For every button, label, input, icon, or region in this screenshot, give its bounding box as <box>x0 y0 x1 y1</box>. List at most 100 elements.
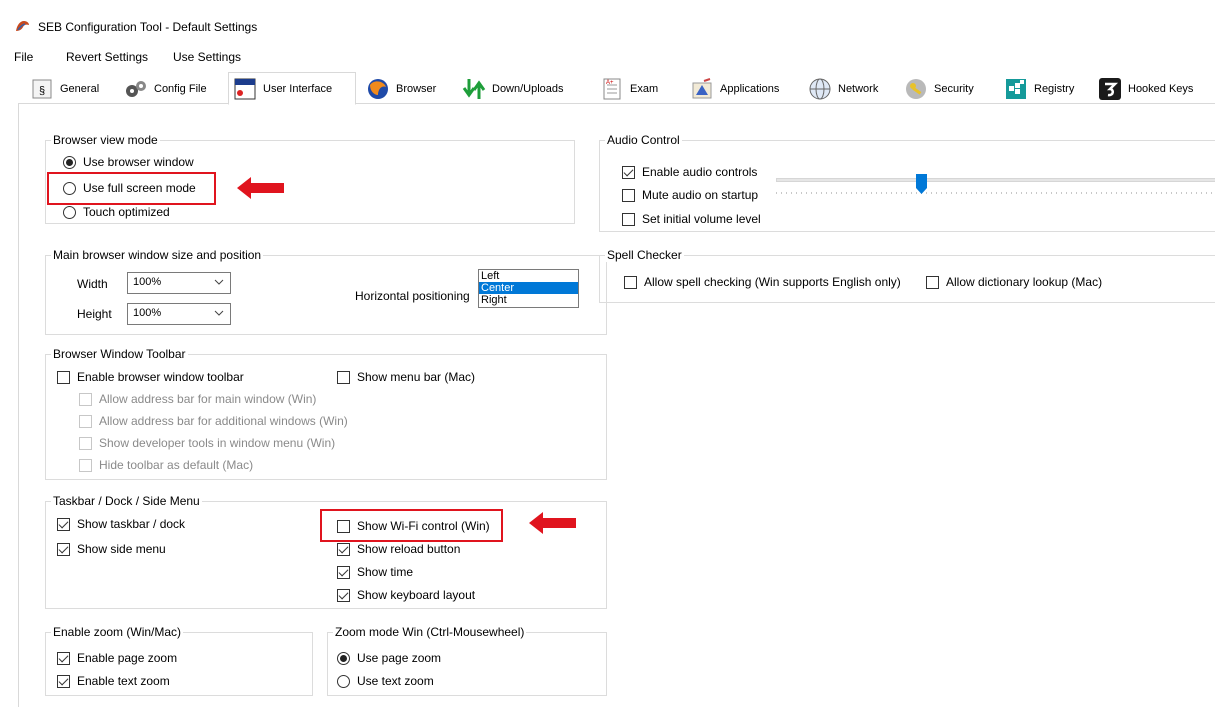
config-file-icon <box>126 81 146 97</box>
menu-revert-settings[interactable]: Revert Settings <box>66 50 148 64</box>
checkbox[interactable] <box>622 212 635 226</box>
height-combo[interactable]: 100% <box>127 303 231 325</box>
checkbox-enable-page-zoom[interactable]: Enable page zoom <box>57 650 177 666</box>
checkbox-label: Show side menu <box>77 542 166 556</box>
tab-label: Applications <box>720 83 780 95</box>
group-title: Zoom mode Win (Ctrl-Mousewheel) <box>333 625 527 639</box>
menu-file[interactable]: File <box>14 50 33 64</box>
checkbox-enable-text-zoom[interactable]: Enable text zoom <box>57 673 170 689</box>
tab-label: User Interface <box>263 82 333 95</box>
radio-button[interactable] <box>337 651 350 665</box>
checkbox[interactable] <box>337 542 350 556</box>
enable-zoom-group: Enable zoom (Win/Mac) Enable page zoom E… <box>45 625 313 696</box>
group-title: Browser view mode <box>51 133 160 147</box>
highlight-box-full-screen <box>47 172 216 205</box>
checkbox-show-side-menu[interactable]: Show side menu <box>57 541 166 557</box>
checkbox-mute-audio[interactable]: Mute audio on startup <box>622 187 758 203</box>
checkbox[interactable] <box>622 165 635 179</box>
menu-use-settings[interactable]: Use Settings <box>173 50 241 64</box>
checkbox-allow-spell-checking[interactable]: Allow spell checking (Win supports Engli… <box>624 274 901 290</box>
checkbox-allow-dictionary-lookup[interactable]: Allow dictionary lookup (Mac) <box>926 274 1102 290</box>
group-title: Browser Window Toolbar <box>51 347 188 361</box>
checkbox-label: Enable browser window toolbar <box>77 370 244 384</box>
checkbox[interactable] <box>79 436 92 450</box>
checkbox-set-initial-volume[interactable]: Set initial volume level <box>622 211 761 227</box>
checkbox-hide-toolbar[interactable]: Hide toolbar as default (Mac) <box>79 457 253 473</box>
volume-slider-track[interactable] <box>776 178 1215 182</box>
registry-icon <box>1006 79 1026 99</box>
tab-general[interactable]: § General <box>26 75 99 103</box>
arrow-left-icon <box>529 512 576 534</box>
tab-label: Hooked Keys <box>1128 83 1194 95</box>
checkbox[interactable] <box>57 674 70 688</box>
checkbox-show-reload-button[interactable]: Show reload button <box>337 541 460 557</box>
tab-down-uploads[interactable]: Down/Uploads <box>458 75 564 103</box>
horizontal-positioning-list[interactable]: Left Center Right <box>478 269 579 308</box>
tab-user-interface[interactable]: User Interface <box>228 72 356 105</box>
checkbox[interactable] <box>79 458 92 472</box>
browser-icon <box>368 79 388 99</box>
checkbox-label: Enable page zoom <box>77 651 178 665</box>
checkbox[interactable] <box>57 517 70 531</box>
checkbox-label: Hide toolbar as default (Mac) <box>99 458 254 472</box>
width-value: 100% <box>133 276 162 288</box>
security-icon <box>906 79 926 99</box>
settings-tab-strip: § General Config File User Interface Bro… <box>18 72 1215 105</box>
tab-registry[interactable]: Registry <box>1000 75 1074 103</box>
radio-label: Touch optimized <box>83 205 170 219</box>
width-combo[interactable]: 100% <box>127 272 231 294</box>
down-uploads-icon <box>462 79 486 99</box>
checkbox-show-menu-bar[interactable]: Show menu bar (Mac) <box>337 369 475 385</box>
window-title: SEB Configuration Tool - Default Setting… <box>38 20 258 34</box>
checkbox[interactable] <box>57 651 70 665</box>
checkbox[interactable] <box>926 275 939 289</box>
radio-label: Use browser window <box>83 155 194 169</box>
checkbox[interactable] <box>57 542 70 556</box>
hooked-keys-icon <box>1099 78 1121 100</box>
tab-browser[interactable]: Browser <box>362 75 436 103</box>
checkbox-show-keyboard-layout[interactable]: Show keyboard layout <box>337 587 475 603</box>
checkbox-label: Allow spell checking (Win supports Engli… <box>644 275 901 289</box>
tab-security[interactable]: Security <box>900 75 974 103</box>
list-option-center[interactable]: Center <box>479 282 578 294</box>
tab-network[interactable]: Network <box>804 75 878 103</box>
radio-button[interactable] <box>337 674 350 688</box>
checkbox-enable-audio-controls[interactable]: Enable audio controls <box>622 164 757 180</box>
checkbox[interactable] <box>57 370 70 384</box>
browser-toolbar-group: Browser Window Toolbar Enable browser wi… <box>45 347 607 480</box>
list-option-right[interactable]: Right <box>479 294 578 306</box>
tab-exam[interactable]: A+ Exam <box>596 75 658 103</box>
radio-button[interactable] <box>63 155 76 169</box>
chevron-down-icon <box>214 310 224 316</box>
checkbox-label: Show taskbar / dock <box>77 517 186 531</box>
checkbox[interactable] <box>337 370 350 384</box>
checkbox-address-bar-main[interactable]: Allow address bar for main window (Win) <box>79 391 316 407</box>
tab-applications[interactable]: Applications <box>686 75 779 103</box>
radio-use-browser-window[interactable]: Use browser window <box>63 154 194 170</box>
list-option-left[interactable]: Left <box>479 270 578 282</box>
checkbox[interactable] <box>624 275 637 289</box>
general-icon: § <box>32 79 52 99</box>
user-interface-icon <box>234 78 256 99</box>
checkbox[interactable] <box>79 392 92 406</box>
checkbox-enable-toolbar[interactable]: Enable browser window toolbar <box>57 369 244 385</box>
volume-slider-thumb[interactable] <box>916 174 928 194</box>
checkbox-label: Allow address bar for additional windows… <box>99 414 348 428</box>
title-bar: SEB Configuration Tool - Default Setting… <box>0 0 1215 44</box>
checkbox[interactable] <box>622 188 635 202</box>
checkbox-address-bar-additional[interactable]: Allow address bar for additional windows… <box>79 413 348 429</box>
checkbox[interactable] <box>337 565 350 579</box>
radio-use-text-zoom[interactable]: Use text zoom <box>337 673 434 689</box>
radio-touch-optimized[interactable]: Touch optimized <box>63 204 170 220</box>
applications-icon <box>692 78 712 99</box>
checkbox[interactable] <box>79 414 92 428</box>
tab-config-file[interactable]: Config File <box>120 75 207 103</box>
checkbox-developer-tools[interactable]: Show developer tools in window menu (Win… <box>79 435 335 451</box>
radio-button[interactable] <box>63 205 76 219</box>
checkbox[interactable] <box>337 588 350 602</box>
checkbox-show-taskbar[interactable]: Show taskbar / dock <box>57 516 185 532</box>
tab-hooked-keys[interactable]: Hooked Keys <box>1094 75 1193 103</box>
checkbox-label: Mute audio on startup <box>642 188 759 202</box>
checkbox-show-time[interactable]: Show time <box>337 564 413 580</box>
radio-use-page-zoom[interactable]: Use page zoom <box>337 650 441 666</box>
